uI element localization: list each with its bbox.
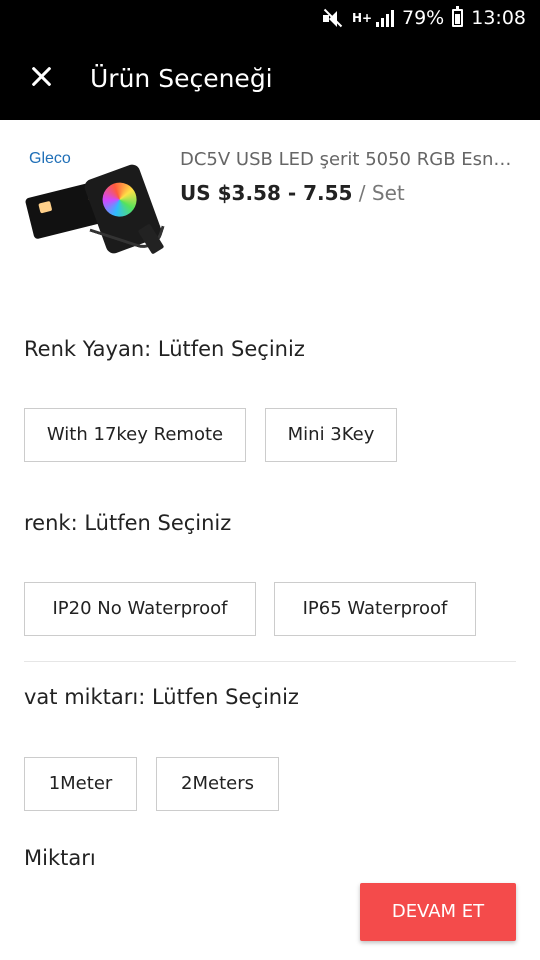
option-ip20-no-waterproof[interactable]: IP20 No Waterproof	[24, 582, 256, 636]
product-title: DC5V USB LED şerit 5050 RGB Esne...	[180, 149, 515, 170]
price-unit: / Set	[352, 181, 405, 205]
product-price: US $3.58 - 7.55	[180, 181, 353, 205]
clock: 13:08	[471, 7, 526, 29]
close-icon[interactable]	[24, 60, 58, 94]
page-title: Ürün Seçeneği	[90, 64, 273, 93]
option-ip65-waterproof[interactable]: IP65 Waterproof	[274, 582, 476, 636]
product-thumbnail: Gleco	[24, 150, 165, 266]
option-label-color: renk: Lütfen Seçiniz	[24, 511, 232, 535]
option-1meter[interactable]: 1Meter	[24, 757, 137, 811]
product-price-line: US $3.58 - 7.55 / Set	[180, 180, 405, 206]
option-label-length: vat miktarı: Lütfen Seçiniz	[24, 685, 299, 709]
signal-icon	[376, 9, 394, 27]
status-bar: H+ 79% 13:08	[0, 0, 540, 36]
option-with-17key-remote[interactable]: With 17key Remote	[24, 408, 246, 462]
section-divider	[24, 661, 516, 662]
mute-icon	[322, 8, 344, 28]
brand-logo: Gleco	[29, 150, 71, 167]
battery-icon	[452, 6, 464, 27]
option-mini-3key[interactable]: Mini 3Key	[265, 408, 397, 462]
app-bar: Ürün Seçeneği	[0, 36, 540, 120]
quantity-label-cutoff: Miktarı	[24, 848, 124, 866]
quantity-label: Miktarı	[24, 848, 96, 866]
option-2meters[interactable]: 2Meters	[156, 757, 279, 811]
network-type-icon: H+	[352, 11, 373, 25]
continue-button[interactable]: DEVAM ET	[360, 883, 516, 941]
option-label-color-emitter: Renk Yayan: Lütfen Seçiniz	[24, 337, 305, 361]
status-icons: H+ 79% 13:08	[322, 6, 526, 29]
battery-percentage: 79%	[402, 7, 445, 29]
